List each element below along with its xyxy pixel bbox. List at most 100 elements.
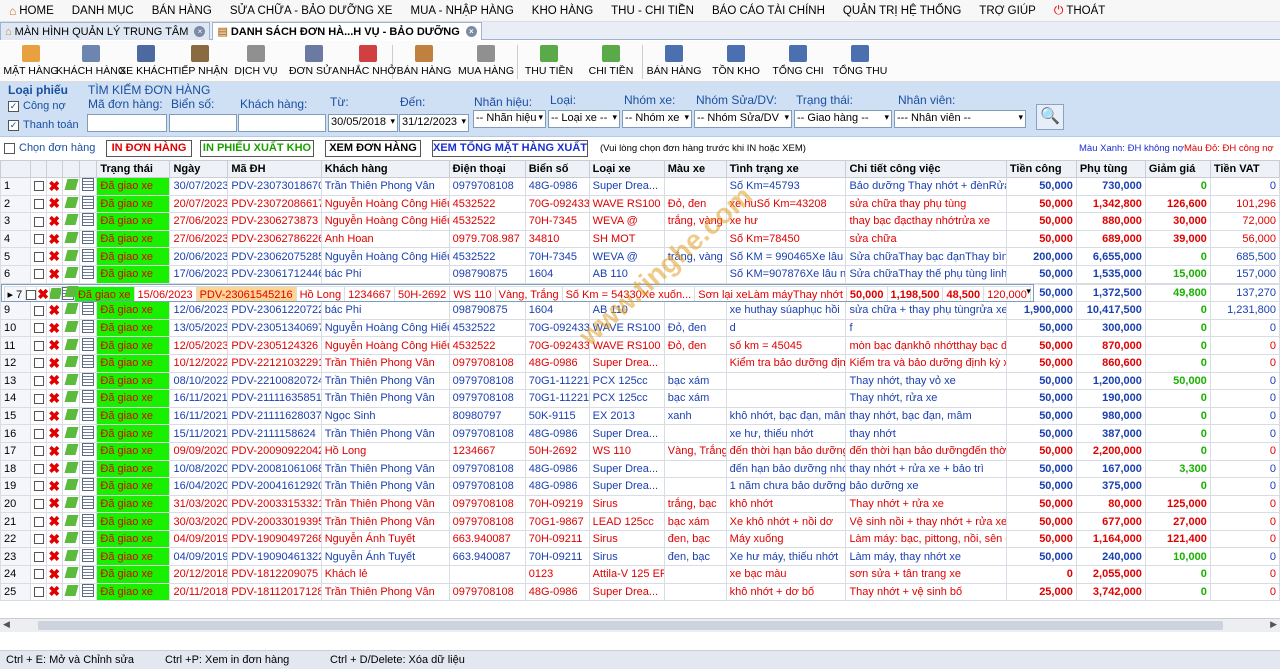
document-icon[interactable] (82, 496, 95, 509)
edit-icon[interactable] (64, 584, 78, 596)
edit-icon[interactable] (64, 496, 78, 508)
table-row[interactable]: 15 ✖ Đã giao xe 16/11/2021 PDV-21111628037 Ng… (0, 406, 1280, 426)
row-select-cell[interactable] (30, 441, 47, 461)
edit-cell[interactable] (61, 389, 81, 408)
delete-icon[interactable]: ✖ (48, 443, 60, 458)
row-select-cell[interactable] (30, 318, 47, 338)
row-select-cell[interactable] (30, 565, 47, 584)
edit-icon[interactable] (64, 409, 78, 421)
document-icon[interactable] (82, 548, 95, 562)
edit-cell[interactable] (61, 406, 81, 426)
detail-cell[interactable] (79, 477, 98, 496)
edit-icon[interactable] (64, 479, 78, 491)
edit-icon[interactable] (64, 249, 78, 261)
delete-cell[interactable]: ✖ (45, 459, 63, 479)
toolbar-11[interactable]: BÁN HÀNG (643, 41, 705, 81)
edit-icon[interactable] (64, 232, 78, 244)
row-select-cell[interactable] (30, 247, 47, 266)
row-checkbox[interactable] (33, 340, 44, 351)
detail-cell[interactable] (79, 353, 98, 373)
delete-cell[interactable]: ✖ (45, 264, 63, 284)
edit-cell[interactable] (61, 371, 81, 391)
menu-item-10[interactable]: ⏻ THOÁT (1045, 0, 1114, 22)
delete-cell[interactable]: ✖ (45, 247, 63, 266)
edit-cell[interactable] (61, 529, 81, 549)
column-header-11[interactable]: Loại xe (588, 160, 665, 178)
close-icon[interactable]: × (194, 26, 206, 37)
document-icon[interactable] (82, 373, 95, 386)
table-row[interactable]: 5 ✖ Đã giao xe 20/06/2023 PDV-23062075285 Ngu… (0, 247, 1280, 266)
detail-cell[interactable] (79, 565, 98, 584)
table-row[interactable]: 14 ✖ Đã giao xe 16/11/2021 PDV-21111635851 Tr… (0, 389, 1280, 408)
toolbar-0[interactable]: MẶT HÀNG (0, 41, 62, 81)
edit-cell[interactable] (61, 212, 81, 231)
row-select-cell[interactable] (30, 194, 47, 214)
edit-icon[interactable] (64, 285, 78, 297)
delete-icon[interactable]: ✖ (48, 249, 60, 264)
row-select-cell[interactable] (30, 229, 47, 249)
edit-cell[interactable] (61, 565, 81, 584)
delete-cell[interactable]: ✖ (45, 512, 63, 531)
row-checkbox[interactable] (33, 587, 44, 598)
column-header-1[interactable] (30, 160, 47, 178)
table-row[interactable]: 9 ✖ Đã giao xe 12/06/2023 PDV-23061220722 bác… (0, 301, 1280, 320)
menu-item-5[interactable]: KHO HÀNG (523, 0, 602, 22)
edit-cell[interactable] (61, 494, 81, 514)
row-checkbox[interactable] (33, 534, 44, 545)
table-row[interactable]: 23 ✖ Đã giao xe 04/09/2019 PDV-19090461322 Ng… (0, 547, 1280, 567)
row-select-cell[interactable] (30, 264, 47, 284)
column-header-13[interactable]: Tình trạng xe (725, 160, 847, 178)
row-checkbox[interactable] (33, 198, 44, 209)
delete-cell[interactable]: ✖ (45, 177, 63, 196)
menu-item-7[interactable]: BÁO CÁO TÀI CHÍNH (703, 0, 834, 22)
row-checkbox[interactable] (33, 323, 44, 334)
document-icon[interactable] (82, 408, 95, 422)
row-select-cell[interactable] (30, 301, 47, 320)
table-row[interactable]: 4 ✖ Đã giao xe 27/06/2023 PDV-23062786226 Anh… (0, 229, 1280, 249)
delete-icon[interactable]: ✖ (48, 231, 60, 246)
delete-cell[interactable]: ✖ (45, 424, 63, 443)
table-row[interactable]: 1 ✖ Đã giao xe 30/07/2023 PDV-23073018670 Trầ… (0, 177, 1280, 196)
detail-cell[interactable] (79, 229, 98, 249)
detail-cell[interactable] (79, 389, 98, 408)
delete-cell[interactable]: ✖ (45, 389, 63, 408)
delete-cell[interactable]: ✖ (45, 565, 63, 584)
document-icon[interactable] (82, 196, 95, 209)
delete-icon[interactable]: ✖ (48, 391, 60, 406)
nhan-vien-select[interactable]: --- Nhân viên -- (894, 110, 1026, 128)
delete-cell[interactable]: ✖ (45, 582, 63, 602)
document-icon[interactable] (82, 584, 95, 597)
document-icon[interactable] (82, 513, 95, 527)
document-icon[interactable] (82, 355, 95, 369)
table-row[interactable]: 20 ✖ Đã giao xe 31/03/2020 PDV-20033153321 Tr… (0, 494, 1280, 514)
toolbar-10[interactable]: CHI TIỀN (580, 41, 642, 81)
row-checkbox[interactable] (33, 305, 44, 316)
row-select-cell[interactable] (30, 406, 47, 426)
column-header-5[interactable]: Trạng thái (96, 160, 171, 178)
toolbar-13[interactable]: TỔNG CHI (767, 41, 829, 81)
row-select-cell[interactable] (30, 212, 47, 231)
toolbar-2[interactable]: XE KHÁCH (119, 41, 173, 81)
edit-icon[interactable] (64, 267, 78, 279)
table-row[interactable]: 22 ✖ Đã giao xe 04/09/2019 PDV-19090497268 Ng… (0, 529, 1280, 549)
edit-cell[interactable] (61, 547, 81, 567)
edit-cell[interactable] (61, 441, 81, 461)
toolbar-1[interactable]: KHÁCH HÀNG (56, 41, 126, 81)
delete-cell[interactable]: ✖ (45, 229, 63, 249)
document-icon[interactable] (82, 231, 95, 245)
detail-cell[interactable] (79, 529, 98, 549)
detail-cell[interactable] (79, 264, 98, 284)
column-header-14[interactable]: Chi tiết công việc (845, 160, 1007, 178)
edit-cell[interactable] (61, 459, 81, 479)
edit-icon[interactable] (64, 461, 78, 473)
toolbar-6[interactable]: NHẮC NHỞ (340, 41, 396, 81)
delete-icon[interactable]: ✖ (48, 479, 60, 494)
row-select-cell[interactable] (30, 177, 47, 196)
row-checkbox[interactable] (33, 358, 44, 369)
edit-icon[interactable] (64, 549, 78, 561)
delete-icon[interactable]: ✖ (48, 408, 60, 423)
document-icon[interactable] (82, 302, 95, 316)
delete-icon[interactable]: ✖ (48, 355, 60, 370)
edit-cell[interactable] (61, 318, 81, 338)
trang-thai-select[interactable]: -- Giao hàng -- (794, 110, 892, 128)
